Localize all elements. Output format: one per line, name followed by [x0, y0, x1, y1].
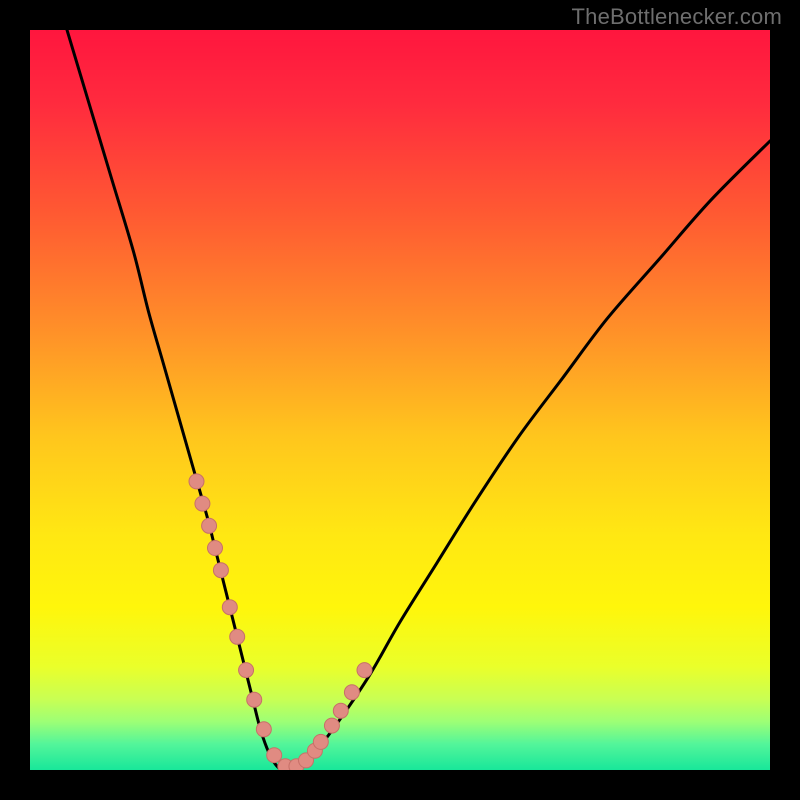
chart-curve-layer [30, 30, 770, 770]
marker-dot [324, 718, 339, 733]
marker-dot [189, 474, 204, 489]
marker-dot [213, 563, 228, 578]
plot-area [30, 30, 770, 770]
marker-dot [239, 663, 254, 678]
marker-dot [230, 629, 245, 644]
marker-dot [256, 722, 271, 737]
marker-dot [222, 600, 237, 615]
chart-container: TheBottlenecker.com [0, 0, 800, 800]
marker-dot [357, 663, 372, 678]
marker-dot [195, 496, 210, 511]
marker-dot [313, 734, 328, 749]
marker-dot [333, 703, 348, 718]
highlight-markers [189, 474, 372, 770]
marker-dot [208, 541, 223, 556]
marker-dot [344, 685, 359, 700]
marker-dot [202, 518, 217, 533]
bottleneck-curve [67, 30, 770, 770]
marker-dot [247, 692, 262, 707]
watermark-text: TheBottlenecker.com [572, 4, 782, 30]
marker-dot [267, 748, 282, 763]
